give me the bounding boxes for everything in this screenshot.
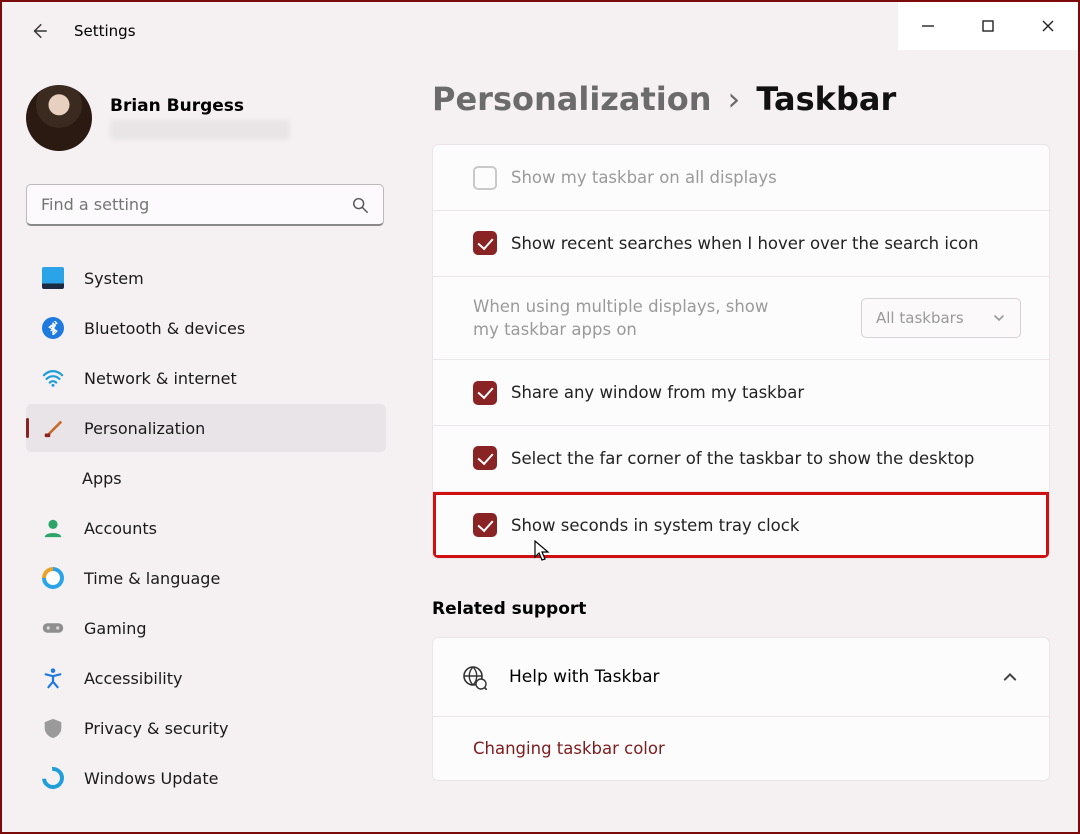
update-icon xyxy=(38,763,69,794)
clock-globe-icon xyxy=(42,567,64,589)
breadcrumb: Personalization › Taskbar xyxy=(432,80,1050,118)
wifi-icon xyxy=(42,367,64,389)
sidebar-item-label: Personalization xyxy=(84,419,205,438)
paintbrush-icon xyxy=(42,417,64,439)
chevron-right-icon: › xyxy=(728,80,741,118)
checkbox-show-seconds[interactable] xyxy=(473,513,497,537)
user-name: Brian Burgess xyxy=(110,96,290,116)
sidebar-item-privacy[interactable]: Privacy & security xyxy=(26,704,386,752)
sidebar-item-label: Time & language xyxy=(84,569,220,588)
sidebar-item-label: Accessibility xyxy=(84,669,182,688)
sidebar-item-system[interactable]: System xyxy=(26,254,386,302)
checkbox-share-window[interactable] xyxy=(473,381,497,405)
breadcrumb-current: Taskbar xyxy=(756,80,896,118)
app-title: Settings xyxy=(74,22,136,40)
sidebar-item-personalization[interactable]: Personalization xyxy=(26,404,386,452)
avatar xyxy=(26,85,92,151)
system-icon xyxy=(42,267,64,289)
accessibility-icon xyxy=(42,667,64,689)
minimize-button[interactable] xyxy=(898,2,958,50)
setting-show-all-displays: Show my taskbar on all displays xyxy=(433,145,1049,211)
search-input[interactable] xyxy=(41,195,351,214)
globe-help-icon xyxy=(461,664,487,690)
sidebar-item-time-language[interactable]: Time & language xyxy=(26,554,386,602)
checkbox-recent-searches[interactable] xyxy=(473,231,497,255)
sidebar-item-label: Privacy & security xyxy=(84,719,228,738)
setting-show-seconds[interactable]: Show seconds in system tray clock xyxy=(433,492,1049,558)
sidebar-item-gaming[interactable]: Gaming xyxy=(26,604,386,652)
chevron-up-icon xyxy=(1001,668,1019,686)
person-icon xyxy=(42,517,64,539)
sidebar-item-label: System xyxy=(84,269,144,288)
sidebar-item-accounts[interactable]: Accounts xyxy=(26,504,386,552)
back-button[interactable] xyxy=(30,22,48,40)
setting-share-window[interactable]: Share any window from my taskbar xyxy=(433,360,1049,426)
user-email-redacted xyxy=(110,120,290,140)
shield-icon xyxy=(42,717,64,739)
search-input-container[interactable] xyxy=(26,184,384,226)
apps-icon xyxy=(42,468,62,488)
sidebar-item-windows-update[interactable]: Windows Update xyxy=(26,754,386,802)
sidebar-item-label: Gaming xyxy=(84,619,147,638)
setting-recent-searches[interactable]: Show recent searches when I hover over t… xyxy=(433,211,1049,277)
sidebar-item-bluetooth[interactable]: Bluetooth & devices xyxy=(26,304,386,352)
sidebar-item-label: Accounts xyxy=(84,519,157,538)
setting-multiple-displays-apps: When using multiple displays, show my ta… xyxy=(433,277,1049,360)
maximize-button[interactable] xyxy=(958,2,1018,50)
checkbox-show-all-displays xyxy=(473,166,497,190)
user-account-block[interactable]: Brian Burgess xyxy=(26,82,386,154)
sidebar-item-label: Apps xyxy=(82,469,122,488)
sidebar-item-accessibility[interactable]: Accessibility xyxy=(26,654,386,702)
checkbox-far-corner[interactable] xyxy=(473,446,497,470)
help-with-taskbar-expander[interactable]: Help with Taskbar xyxy=(433,638,1049,717)
chevron-down-icon xyxy=(992,311,1006,325)
taskbar-settings-panel: Show my taskbar on all displays Show rec… xyxy=(432,144,1050,559)
search-icon xyxy=(351,196,369,214)
close-button[interactable] xyxy=(1018,2,1078,50)
bluetooth-icon xyxy=(42,317,64,339)
related-support-heading: Related support xyxy=(432,599,1050,619)
sidebar-item-apps[interactable]: Apps xyxy=(26,454,386,502)
sidebar-item-label: Bluetooth & devices xyxy=(84,319,245,338)
related-support-panel: Help with Taskbar Changing taskbar color xyxy=(432,637,1050,781)
dropdown-taskbar-apps-location: All taskbars xyxy=(861,298,1021,338)
sidebar-item-network[interactable]: Network & internet xyxy=(26,354,386,402)
setting-far-corner-desktop[interactable]: Select the far corner of the taskbar to … xyxy=(433,426,1049,492)
gamepad-icon xyxy=(42,617,64,639)
sidebar-item-label: Network & internet xyxy=(84,369,237,388)
help-link-changing-taskbar-color[interactable]: Changing taskbar color xyxy=(433,717,1049,780)
breadcrumb-parent[interactable]: Personalization xyxy=(432,80,712,118)
sidebar-item-label: Windows Update xyxy=(84,769,218,788)
